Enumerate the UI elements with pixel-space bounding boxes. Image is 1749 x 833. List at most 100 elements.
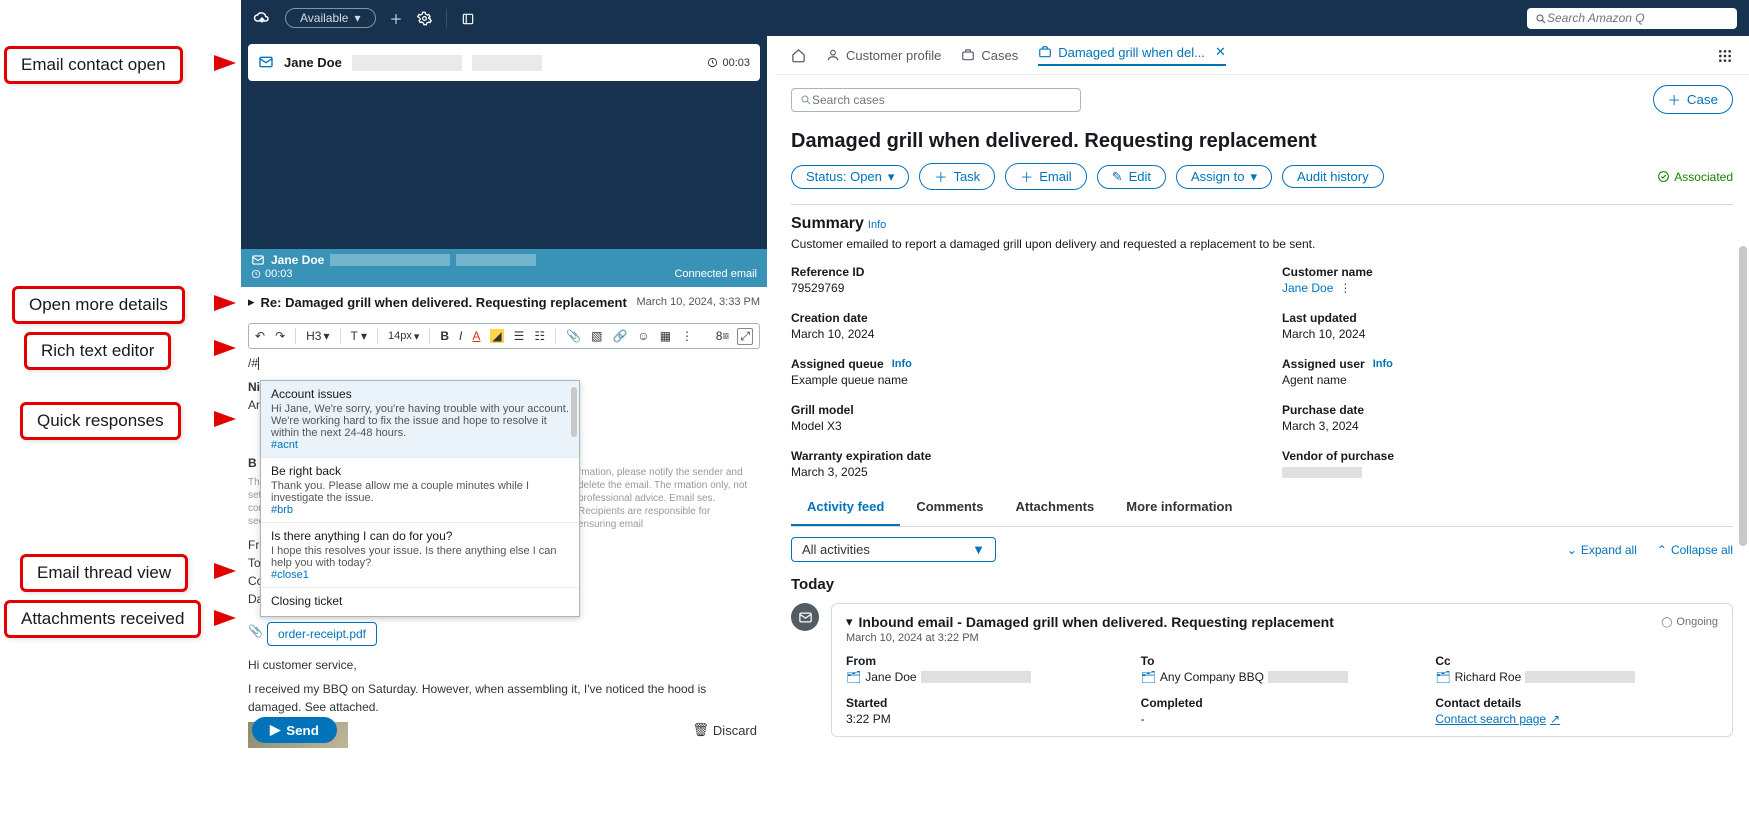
subtab-activity-feed[interactable]: Activity feed (791, 489, 900, 526)
completed-label: Completed (1141, 696, 1424, 710)
subtab-more-info[interactable]: More information (1110, 489, 1248, 526)
field-label: Creation date (791, 311, 1242, 325)
font-button[interactable]: T ▾ (351, 329, 367, 343)
attach-button[interactable]: 📎 (566, 329, 581, 343)
caret-right-icon[interactable]: ▸ (248, 294, 255, 310)
arrow-icon (214, 295, 236, 311)
image-button[interactable]: ▧ (591, 329, 602, 343)
connected-label: Connected email (674, 268, 757, 280)
feed-controls: All activities ▼ ⌄ Expand all ⌃ Collapse… (775, 527, 1749, 572)
tab-case-detail[interactable]: Damaged grill when del... ✕ (1038, 44, 1226, 66)
home-icon (791, 48, 806, 63)
panel-icon[interactable] (461, 10, 475, 26)
gear-icon[interactable] (417, 10, 432, 26)
discard-button[interactable]: 🗑 Discard (692, 722, 757, 738)
cloud-icon[interactable] (253, 9, 271, 27)
heading-select[interactable]: H3 ▾ (306, 329, 329, 343)
paperclip-icon: 📎 (248, 622, 263, 640)
briefcase-icon (961, 48, 975, 62)
field-label: Assigned user Info (1282, 357, 1733, 371)
link-button[interactable]: 🔗 (612, 329, 627, 343)
field-label: Purchase date (1282, 403, 1733, 417)
text-color-button[interactable]: A (472, 329, 480, 343)
status-chip[interactable]: Status: Open ▾ (791, 165, 909, 189)
field-value: March 3, 2024 (1282, 419, 1733, 433)
search-cases-input[interactable] (812, 93, 1072, 107)
quick-response-item[interactable]: Account issues Hi Jane, We're sorry, you… (261, 381, 579, 458)
person-icon (826, 48, 840, 62)
send-button[interactable]: ▶ Send (252, 717, 337, 743)
field-value: Model X3 (791, 419, 1242, 433)
more-icon[interactable]: ⋮ (1339, 281, 1351, 295)
contact-timer: 00:03 (707, 57, 750, 69)
field-label: Warranty expiration date (791, 449, 1242, 463)
email-subject-row[interactable]: ▸ Re: Damaged grill when delivered. Requ… (248, 294, 760, 310)
field-value: 79529769 (791, 281, 1242, 295)
contact-search-link[interactable]: Contact search page ↗ (1435, 712, 1560, 726)
external-icon: ↗ (1550, 712, 1560, 726)
case-fields: Reference ID79529769 Customer nameJane D… (775, 251, 1749, 489)
expand-button[interactable]: ⤢ (737, 328, 753, 345)
agent-status-pill[interactable]: Available ▾ (285, 8, 376, 28)
plus-icon: ＋ (1668, 90, 1681, 109)
quick-response-item[interactable]: Is there anything I can do for you? I ho… (261, 523, 579, 588)
email-contact-card[interactable]: Jane Doe 00:03 (248, 44, 760, 81)
quick-response-item[interactable]: Closing ticket (261, 588, 579, 616)
more-button[interactable]: ⋮ (681, 329, 693, 343)
field-value: March 10, 2024 (1282, 327, 1733, 341)
collapse-all-link[interactable]: ⌃ Collapse all (1657, 543, 1733, 557)
redacted (1282, 467, 1362, 478)
close-icon[interactable]: ✕ (1215, 44, 1226, 60)
tab-cases[interactable]: Cases (961, 48, 1018, 63)
activity-filter-dropdown[interactable]: All activities ▼ (791, 537, 996, 562)
edit-chip[interactable]: ✎ Edit (1097, 165, 1166, 189)
assign-chip[interactable]: Assign to ▾ (1176, 165, 1272, 189)
tab-home[interactable] (791, 48, 806, 63)
status-ongoing: Ongoing (1661, 616, 1718, 628)
italic-button[interactable]: I (459, 329, 462, 343)
email-chip[interactable]: ＋ Email (1005, 163, 1087, 190)
apps-icon[interactable] (1717, 45, 1733, 66)
search-cases[interactable] (791, 88, 1081, 112)
undo-button[interactable]: ↶ (255, 329, 265, 343)
info-link[interactable]: Info (892, 358, 912, 370)
amazon-q-input[interactable] (1547, 11, 1729, 25)
list-button[interactable]: ☷ (534, 329, 545, 343)
mentions-button[interactable]: 8≡ (716, 328, 730, 345)
amazon-q-search[interactable] (1527, 8, 1737, 29)
expand-all-link[interactable]: ⌄ Expand all (1567, 543, 1637, 557)
redo-button[interactable]: ↷ (275, 329, 285, 343)
disclaimer-fragment: rmation, please notify the sender and de… (578, 466, 748, 531)
case-header: Damaged grill when delivered. Requesting… (775, 124, 1749, 190)
thread-greeting: Hi customer service, (248, 656, 760, 674)
bold-button[interactable]: B (440, 329, 449, 343)
tab-customer-profile[interactable]: Customer profile (826, 48, 941, 63)
connected-name: Jane Doe (271, 253, 324, 267)
info-link[interactable]: Info (1373, 358, 1393, 370)
scrollbar[interactable] (571, 387, 577, 437)
scrollbar[interactable] (1739, 246, 1747, 546)
started-label: Started (846, 696, 1129, 710)
align-button[interactable]: ☰ (514, 329, 525, 343)
case-title: Damaged grill when delivered. Requesting… (791, 130, 1733, 153)
emoji-button[interactable]: ☺ (637, 329, 649, 343)
fontsize-select[interactable]: 14px ▾ (388, 330, 419, 343)
caret-down-icon[interactable]: ▾ (846, 614, 853, 630)
quick-response-item[interactable]: Be right back Thank you. Please allow me… (261, 458, 579, 523)
plus-icon[interactable]: ＋ (390, 9, 403, 28)
customer-link[interactable]: Jane Doe (1282, 281, 1333, 295)
highlight-button[interactable]: ◢ (490, 329, 503, 343)
card-icon: 🗂 (1435, 670, 1450, 684)
info-link[interactable]: Info (868, 219, 886, 231)
redacted (330, 254, 450, 266)
subtab-comments[interactable]: Comments (900, 489, 999, 526)
feed-date-header: Today (775, 572, 1749, 597)
new-case-button[interactable]: ＋ Case (1653, 85, 1733, 114)
table-button[interactable]: ▦ (660, 329, 671, 343)
briefcase-icon (1038, 45, 1052, 59)
task-chip[interactable]: ＋ Task (919, 163, 995, 190)
attachment-chip[interactable]: order-receipt.pdf (267, 622, 377, 646)
subtab-attachments[interactable]: Attachments (1000, 489, 1111, 526)
contact-name: Jane Doe (284, 55, 342, 70)
audit-chip[interactable]: Audit history (1282, 165, 1384, 188)
